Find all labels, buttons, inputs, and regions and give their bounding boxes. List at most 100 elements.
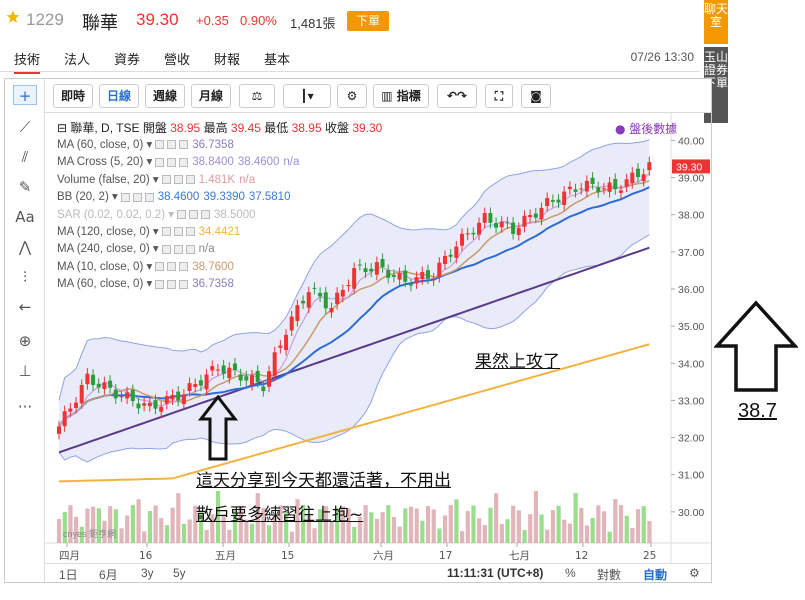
legend-toggle-icon[interactable] xyxy=(167,140,177,150)
legend-row[interactable]: SAR (0.02, 0.02, 0.2) ▾ 38.5000 xyxy=(57,207,256,221)
pattern-icon[interactable]: ⋀ xyxy=(13,237,37,257)
realtime-button[interactable]: 即時 xyxy=(53,84,93,108)
legend-row-label: SAR (0.02, 0.02, 0.2) ▾ xyxy=(57,208,174,221)
settings-icon[interactable]: ⚙ xyxy=(337,84,367,108)
legend-toggle-icon[interactable] xyxy=(161,244,171,254)
indicator-button[interactable]: ▥ 指標 xyxy=(373,84,429,108)
legend-toggle-icon[interactable] xyxy=(155,157,165,167)
legend-row[interactable]: MA (60, close, 0) ▾ 36.7358 xyxy=(57,137,234,151)
volume-bar xyxy=(391,516,397,543)
legend-row-label: MA (240, close, 0) ▾ xyxy=(57,243,159,256)
tab-revenue[interactable]: 營收 xyxy=(164,49,190,68)
zoom-icon[interactable]: ⊕ xyxy=(13,331,37,351)
chatroom-button[interactable]: 聊天室 xyxy=(704,0,728,44)
legend-row[interactable]: MA (120, close, 0) ▾ 34.4421 xyxy=(57,224,240,238)
legend-toggle-icon[interactable] xyxy=(179,157,189,167)
trendline-icon[interactable]: ⟋ xyxy=(13,117,37,137)
legend-toggle-icon[interactable] xyxy=(173,175,183,185)
legend-toggle-icon[interactable] xyxy=(185,175,195,185)
candle-body xyxy=(431,278,436,281)
auto-toggle[interactable]: 自動 xyxy=(643,566,667,583)
log-toggle[interactable]: 對數 xyxy=(597,566,621,583)
compare-icon[interactable]: ⚖ xyxy=(239,84,275,108)
legend-row-label: Volume (false, 20) ▾ xyxy=(57,173,159,186)
candle-body xyxy=(96,383,101,388)
legend-toggle-icon[interactable] xyxy=(155,140,165,150)
range-6m[interactable]: 6月 xyxy=(99,566,118,583)
measure-icon[interactable]: ⫶ xyxy=(13,267,37,287)
legend-toggle-icon[interactable] xyxy=(189,210,198,220)
daily-button[interactable]: 日線 xyxy=(99,84,139,108)
legend-toggle-icon[interactable] xyxy=(177,210,186,220)
x-tick-label: 四月 xyxy=(59,550,80,562)
candle-body xyxy=(465,233,470,235)
tab-financials[interactable]: 財報 xyxy=(214,49,240,68)
after-hours-link[interactable]: ● 盤後數據 xyxy=(615,120,677,137)
candle-body xyxy=(125,392,130,399)
gear-icon[interactable]: ⚙ xyxy=(689,566,700,580)
legend-toggle-icon[interactable] xyxy=(132,192,142,202)
legend-toggle-icon[interactable] xyxy=(161,227,171,237)
tab-technical[interactable]: 技術 xyxy=(14,49,41,74)
legend-toggle-icon[interactable] xyxy=(167,262,177,272)
legend-toggle-icon[interactable] xyxy=(161,175,171,185)
legend-toggle-icon[interactable] xyxy=(179,279,189,289)
candle-body xyxy=(420,272,425,280)
legend-row-label: MA (60, close, 0) ▾ xyxy=(57,278,153,291)
tab-basic[interactable]: 基本 xyxy=(264,49,290,68)
range-1d[interactable]: 1日 xyxy=(59,566,78,583)
legend-row-label: MA Cross (5, 20) ▾ xyxy=(57,156,153,169)
legend-toggle-icon[interactable] xyxy=(173,227,183,237)
text-icon[interactable]: Aa xyxy=(13,207,37,227)
brush-icon[interactable]: ✎ xyxy=(13,177,37,197)
legend-toggle-icon[interactable] xyxy=(185,227,195,237)
legend-toggle-icon[interactable] xyxy=(155,262,165,272)
candle-body xyxy=(181,394,186,405)
candle-type-icon[interactable]: ┃▾ xyxy=(283,84,331,108)
legend-toggle-icon[interactable] xyxy=(179,140,189,150)
legend-row[interactable]: MA (60, close, 0) ▾ 36.7358 xyxy=(57,276,234,290)
legend-row[interactable]: MA (240, close, 0) ▾ n/a xyxy=(57,241,215,255)
more-icon[interactable]: ··· xyxy=(13,397,37,417)
crosshair-icon[interactable]: + xyxy=(13,85,37,105)
tab-institutional[interactable]: 法人 xyxy=(64,49,90,68)
weekly-button[interactable]: 週線 xyxy=(145,84,185,108)
legend-toggle-icon[interactable] xyxy=(144,192,154,202)
volume-bar xyxy=(596,505,601,543)
legend-row[interactable]: Volume (false, 20) ▾ 1.481K n/a xyxy=(57,172,255,186)
candle-body xyxy=(522,215,527,227)
volume-bar xyxy=(454,499,459,543)
range-3y[interactable]: 3y xyxy=(141,566,154,580)
fib-icon[interactable]: ⫽ xyxy=(13,147,37,167)
legend-row[interactable]: MA Cross (5, 20) ▾ 38.8400 38.4600 n/a xyxy=(57,154,299,168)
undo-redo-icon[interactable]: ↶↷ xyxy=(437,84,477,108)
legend-toggle-icon[interactable] xyxy=(201,210,210,220)
tab-margin[interactable]: 資券 xyxy=(114,49,140,68)
legend-row[interactable]: MA (10, close, 0) ▾ 38.7600 xyxy=(57,259,234,273)
legend-toggle-icon[interactable] xyxy=(185,244,195,254)
candle-body xyxy=(289,316,294,331)
legend-toggle-icon[interactable] xyxy=(167,157,177,167)
volume-bar xyxy=(528,514,533,543)
candle-body xyxy=(550,200,555,202)
ruler-icon[interactable]: ⊥ xyxy=(13,361,37,381)
order-button[interactable]: 下單 xyxy=(347,11,389,31)
legend-toggle-icon[interactable] xyxy=(167,279,177,289)
volume-bar xyxy=(374,518,380,543)
legend-row[interactable]: BB (20, 2) ▾ 38.4600 39.3390 37.5810 xyxy=(57,189,290,203)
volume-bar xyxy=(624,515,629,543)
volume-bar xyxy=(539,514,544,543)
legend-toggle-icon[interactable] xyxy=(155,279,165,289)
legend-toggle-icon[interactable] xyxy=(173,244,183,254)
monthly-button[interactable]: 月線 xyxy=(191,84,231,108)
fullscreen-icon[interactable]: ⛶ xyxy=(485,84,513,108)
legend-toggle-icon[interactable] xyxy=(120,192,130,202)
star-icon[interactable] xyxy=(6,10,20,24)
range-5y[interactable]: 5y xyxy=(173,566,186,580)
volume-bar xyxy=(397,526,402,543)
camera-icon[interactable]: ◙ xyxy=(521,84,551,108)
arrow-left-icon[interactable]: ← xyxy=(13,297,37,317)
legend-toggle-icon[interactable] xyxy=(179,262,189,272)
percent-toggle[interactable]: % xyxy=(565,566,576,580)
volume-bar xyxy=(499,523,504,543)
